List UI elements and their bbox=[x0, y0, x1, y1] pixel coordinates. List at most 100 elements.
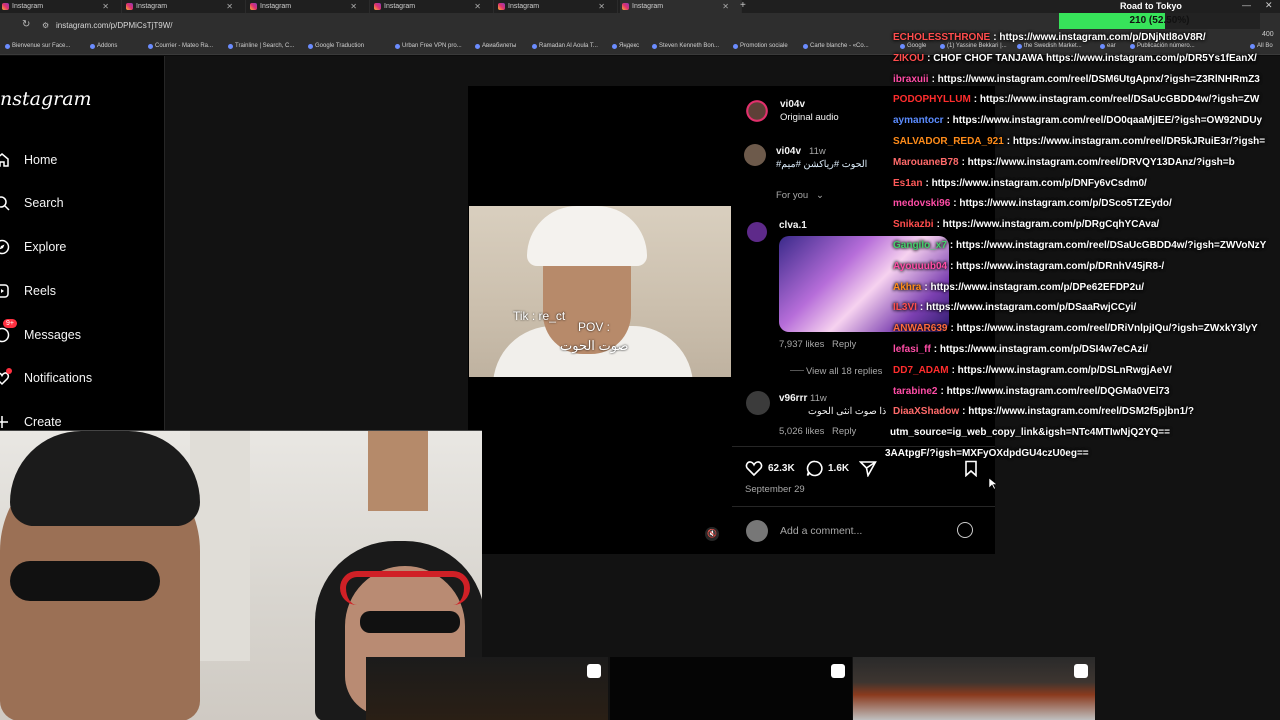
chat-username[interactable]: ibraxuii bbox=[893, 74, 929, 85]
chat-username[interactable]: DD7_ADAM bbox=[893, 365, 949, 376]
chat-username[interactable]: MarouaneB78 bbox=[893, 157, 959, 168]
nav-messages[interactable]: 9+ Messages bbox=[0, 319, 160, 345]
close-tab-icon[interactable]: ✕ bbox=[102, 0, 109, 13]
reply-button[interactable]: Reply bbox=[832, 426, 856, 437]
chat-username[interactable]: Akhra bbox=[893, 282, 921, 293]
chat-username[interactable]: Ayouuub04 bbox=[893, 261, 947, 272]
chat-text: : https://www.instagram.com/reel/DR5kJRu… bbox=[1006, 136, 1266, 147]
audio-label[interactable]: Original audio bbox=[780, 112, 839, 123]
add-comment-input[interactable]: Add a comment... bbox=[780, 525, 862, 537]
chat-username[interactable]: SALVADOR_REDA_921 bbox=[893, 136, 1004, 147]
view-replies-link[interactable]: View all 18 replies bbox=[806, 366, 882, 377]
grid-thumbnail[interactable] bbox=[610, 657, 852, 720]
chat-username[interactable]: DiaaXShadow bbox=[893, 406, 959, 417]
chat-username[interactable]: ANWAR639 bbox=[893, 323, 947, 334]
comment-bubble-icon[interactable] bbox=[806, 460, 824, 477]
browser-tab-active[interactable]: Instagram ✕ bbox=[620, 0, 742, 13]
chat-text: : https://www.instagram.com/reel/DSaUcGB… bbox=[973, 94, 1260, 106]
comment-count[interactable]: 1.6K bbox=[828, 463, 849, 474]
reel-icon bbox=[831, 664, 845, 678]
close-tab-icon[interactable]: ✕ bbox=[350, 0, 357, 13]
like-heart-icon[interactable] bbox=[745, 460, 763, 477]
chat-username[interactable]: Snikazbi bbox=[893, 219, 934, 230]
close-tab-icon[interactable]: ✕ bbox=[722, 0, 729, 13]
chevron-down-icon[interactable]: ⌄ bbox=[816, 190, 824, 201]
bookmark-item[interactable]: Яндекс bbox=[612, 43, 639, 49]
author-avatar[interactable] bbox=[742, 96, 772, 126]
tab-title: Instagram bbox=[136, 3, 168, 10]
comment-avatar[interactable] bbox=[746, 391, 770, 415]
chat-username[interactable]: PODOPHYLLUM bbox=[893, 94, 971, 105]
bookmark-item[interactable]: Trainline | Search, C... bbox=[228, 43, 294, 49]
chat-message: utm_source=ig_web_copy_link&igsh=NTc4MTI… bbox=[890, 427, 1170, 438]
close-window-icon[interactable]: ✕ bbox=[1265, 0, 1273, 11]
headset-shape bbox=[340, 571, 470, 605]
browser-tab[interactable]: Instagram ✕ bbox=[124, 0, 246, 13]
new-tab-button[interactable]: + bbox=[740, 0, 746, 12]
chat-username[interactable]: Es1an bbox=[893, 178, 922, 189]
chat-username[interactable]: Gangilo_x7 bbox=[893, 240, 947, 251]
caption-hashtags[interactable]: #الحوت #رياكشن #ميم bbox=[776, 159, 867, 170]
bookmark-item[interactable]: Promotion sociale bbox=[733, 43, 788, 49]
comment-username[interactable]: v96rrr bbox=[779, 393, 807, 404]
bookmark-item[interactable]: Bienvenue sur Face... bbox=[5, 43, 70, 49]
nav-create[interactable]: Create bbox=[0, 412, 160, 432]
browser-tab[interactable]: Instagram ✕ bbox=[496, 0, 618, 13]
minimize-icon[interactable]: — bbox=[1242, 0, 1251, 10]
compass-icon bbox=[0, 239, 10, 255]
chat-username[interactable]: lefasi_ff bbox=[893, 344, 931, 355]
progress-text: 210 (52.50%) bbox=[1129, 15, 1190, 26]
grid-thumbnail[interactable] bbox=[853, 657, 1095, 720]
browser-tab-bar: Instagram ✕ Instagram ✕ Instagram ✕ Instagr… bbox=[0, 0, 1280, 13]
comment-username[interactable]: clva.1 bbox=[779, 220, 807, 231]
nav-notifications[interactable]: Notifications bbox=[0, 368, 160, 388]
chat-username[interactable]: IL3VI bbox=[893, 302, 917, 313]
emoji-icon[interactable] bbox=[957, 522, 973, 538]
nav-explore[interactable]: Explore bbox=[0, 237, 160, 257]
close-tab-icon[interactable]: ✕ bbox=[474, 0, 481, 13]
caption-avatar[interactable] bbox=[744, 144, 766, 166]
bookmark-item[interactable]: Courrier - Mateo Ra... bbox=[148, 43, 213, 49]
browser-tab[interactable]: Instagram ✕ bbox=[248, 0, 370, 13]
chat-username[interactable]: aymantocr bbox=[893, 115, 944, 126]
nav-home[interactable]: Home bbox=[0, 150, 160, 170]
plus-icon bbox=[0, 416, 8, 428]
bookmark-item[interactable]: Ramadan Al Aoula T... bbox=[532, 43, 598, 49]
bookmark-item[interactable]: Google Traduction bbox=[308, 43, 364, 49]
bookmark-item[interactable]: Carte blanche - «Co... bbox=[803, 43, 869, 49]
like-count[interactable]: 62.3K bbox=[768, 463, 795, 474]
close-tab-icon[interactable]: ✕ bbox=[598, 0, 605, 13]
bookmark-item[interactable]: Urban Free VPN pro... bbox=[395, 43, 462, 49]
close-tab-icon[interactable]: ✕ bbox=[226, 0, 233, 13]
chat-username[interactable]: tarabine2 bbox=[893, 386, 937, 397]
nav-reels[interactable]: Reels bbox=[0, 281, 160, 301]
reload-icon[interactable]: ↻ bbox=[22, 19, 30, 30]
instagram-logo[interactable]: nstagram bbox=[0, 88, 92, 110]
mute-button[interactable]: 🔇 bbox=[705, 527, 719, 541]
chat-text: : https://www.instagram.com/p/DPe62EFDP2… bbox=[924, 281, 1145, 293]
bookmark-item[interactable]: Steven Kenneth Bon... bbox=[652, 43, 719, 49]
comment-likes: 5,026 likes bbox=[779, 426, 825, 437]
mouse-cursor-icon bbox=[989, 478, 997, 490]
site-settings-icon[interactable]: ⚙ bbox=[42, 21, 49, 30]
share-icon[interactable] bbox=[859, 460, 877, 477]
bookmark-item[interactable]: Авиабилеты bbox=[475, 43, 516, 49]
grid-thumbnail[interactable] bbox=[366, 657, 608, 720]
nav-search[interactable]: Search bbox=[0, 193, 160, 213]
chat-username[interactable]: medovski96 bbox=[893, 198, 950, 209]
chat-username[interactable]: ZIKOU bbox=[893, 53, 924, 64]
chat-text: : https://www.instagram.com/p/DRnhV45jR8… bbox=[950, 260, 1165, 272]
reply-button[interactable]: Reply bbox=[832, 339, 856, 350]
browser-tab[interactable]: Instagram ✕ bbox=[0, 0, 122, 13]
author-username[interactable]: vi04v bbox=[780, 99, 805, 110]
caption-username[interactable]: vi04v bbox=[776, 146, 801, 157]
browser-tab[interactable]: Instagram ✕ bbox=[372, 0, 494, 13]
chat-text: : https://www.instagram.com/reel/DSaUcGB… bbox=[949, 240, 1267, 251]
sunglasses-shape bbox=[360, 611, 460, 633]
bookmark-item[interactable]: Addons bbox=[90, 43, 117, 49]
url-field[interactable]: instagram.com/p/DPMiCsTjT9W/ bbox=[56, 21, 172, 30]
chat-text: : https://www.instagram.com/p/DSI4w7eCAz… bbox=[933, 344, 1148, 355]
comment-avatar[interactable] bbox=[747, 222, 767, 242]
chat-username[interactable]: ECHOLESSTHRONE bbox=[893, 32, 990, 43]
for-you-selector[interactable]: For you bbox=[776, 190, 808, 201]
